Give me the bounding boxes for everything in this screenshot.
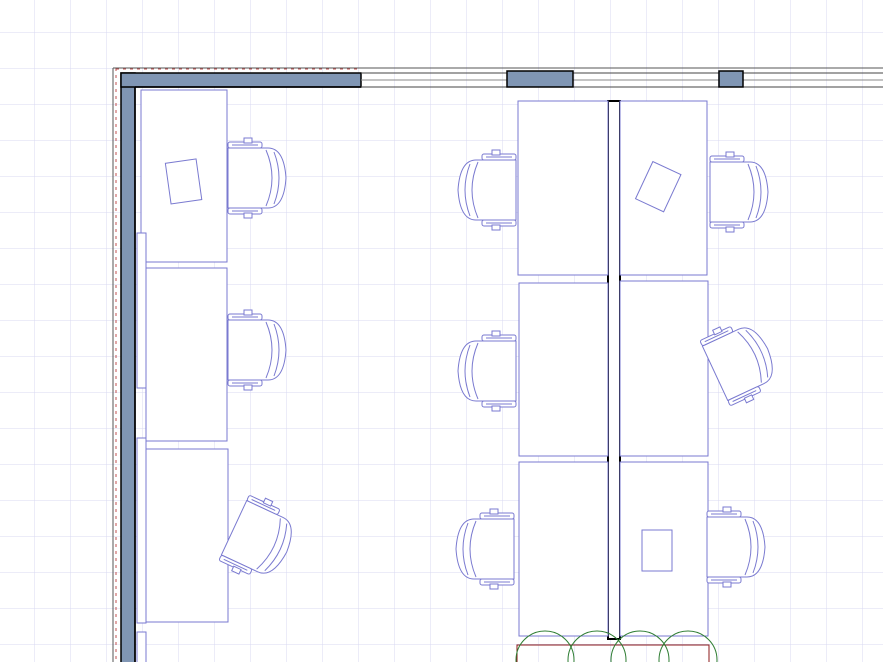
chair-part — [243, 212, 253, 219]
desk[interactable] — [517, 100, 609, 276]
chair-part — [489, 583, 499, 590]
chair-part — [709, 161, 769, 223]
floor-plan-canvas[interactable] — [0, 0, 883, 662]
chair-part — [491, 149, 501, 156]
desk[interactable] — [619, 280, 709, 457]
paper-sheet[interactable] — [164, 158, 203, 205]
chair-part — [457, 340, 517, 402]
chair-part — [706, 516, 766, 578]
chair-part — [722, 506, 732, 513]
chair-part — [243, 137, 253, 144]
desk[interactable] — [145, 267, 228, 442]
exterior-wall-north[interactable] — [120, 72, 362, 88]
chair-part — [491, 224, 501, 231]
desk-edge-strip — [136, 232, 147, 389]
notebook[interactable] — [641, 529, 673, 572]
chair-part — [725, 151, 735, 158]
chair-part — [227, 147, 287, 209]
desk[interactable] — [518, 282, 609, 457]
chair-part — [457, 159, 517, 221]
chair-part — [722, 581, 732, 588]
chair-part — [489, 508, 499, 515]
exterior-wall-west[interactable] — [120, 72, 136, 662]
chair-part — [455, 518, 515, 580]
chair-part — [227, 319, 287, 381]
center-partition[interactable] — [607, 100, 621, 640]
desks-center-left-column[interactable] — [517, 100, 609, 637]
chair-part — [491, 330, 501, 337]
desk[interactable] — [518, 461, 609, 637]
window-wall-segment[interactable] — [718, 70, 744, 88]
desk[interactable] — [145, 448, 229, 623]
floor-plan-svg[interactable] — [0, 0, 883, 662]
chair-part — [491, 405, 501, 412]
window-wall-segment[interactable] — [506, 70, 574, 88]
desk-edge-strip — [136, 437, 147, 624]
chair-part — [725, 226, 735, 233]
desk-edge-strip — [136, 631, 147, 662]
chair-part — [243, 384, 253, 391]
chair-part — [243, 309, 253, 316]
